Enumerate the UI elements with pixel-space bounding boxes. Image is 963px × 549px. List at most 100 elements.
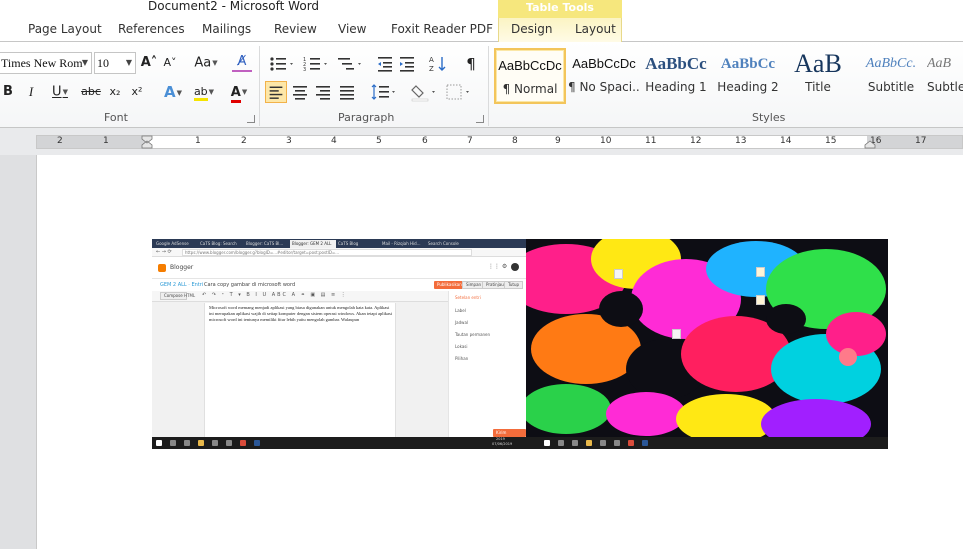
- tab-review[interactable]: Review: [274, 22, 317, 36]
- tab-page-layout[interactable]: Page Layout: [28, 22, 102, 36]
- multilevel-list-icon[interactable]: [336, 54, 364, 74]
- increase-indent-icon[interactable]: [398, 54, 416, 74]
- strikethrough-button[interactable]: abc: [80, 82, 102, 102]
- horizontal-ruler[interactable]: 2 1 1 2 3 4 5 6 7 8 9 10 11 12 13 14 15 …: [36, 135, 963, 149]
- svg-text:3: 3: [303, 67, 306, 73]
- font-size-combo[interactable]: 10 ▼: [94, 52, 136, 74]
- highlight-button[interactable]: ab▼: [190, 82, 218, 102]
- borders-icon[interactable]: [444, 82, 472, 102]
- browser-tab: Blogger: CaTS Bl...: [246, 241, 284, 246]
- align-right-icon[interactable]: [313, 82, 333, 102]
- grow-font-icon[interactable]: A˄: [140, 53, 158, 73]
- justify-icon[interactable]: [337, 82, 357, 102]
- ruler-number: 6: [422, 136, 428, 146]
- style-subtitle[interactable]: AaBbCc. Subtitle: [855, 48, 927, 104]
- style-heading-1[interactable]: AaBbCс Heading 1: [640, 48, 712, 104]
- style-title[interactable]: AaB Title: [782, 48, 854, 104]
- shading-icon[interactable]: [410, 82, 438, 102]
- font-name-value: Times New Rom: [1, 56, 83, 70]
- chrome-icon: [628, 440, 634, 446]
- svg-text:A: A: [429, 56, 434, 64]
- side-item: Jadwal: [455, 320, 469, 325]
- ruler-number: 1: [103, 136, 109, 146]
- avatar: [511, 263, 519, 271]
- tab-layout[interactable]: Layout: [575, 22, 616, 36]
- text-effects-button[interactable]: A▼: [160, 82, 186, 102]
- ruler-number: 17: [915, 136, 927, 146]
- superscript-button[interactable]: x²: [128, 82, 146, 102]
- style-name: Subtle: [927, 80, 963, 94]
- tab-references[interactable]: References: [118, 22, 185, 36]
- store-icon: [600, 440, 606, 446]
- ruler-number: 12: [690, 136, 702, 146]
- change-case-button[interactable]: Aa▼: [192, 53, 220, 73]
- style-no-spacing[interactable]: AaBbCcDc ¶ No Spaci...: [568, 48, 640, 104]
- paint-splash-wallpaper: [526, 239, 888, 449]
- font-name-combo[interactable]: Times New Rom ▼: [0, 52, 92, 74]
- shrink-font-icon[interactable]: A˅: [161, 53, 179, 73]
- subscript-button[interactable]: x₂: [106, 82, 124, 102]
- post-header-bar: GEM 2 ALL · Entri Cara copy gambar di mi…: [152, 279, 526, 291]
- ruler-number: 10: [600, 136, 612, 146]
- ruler-number: 11: [645, 136, 657, 146]
- browser-tab: Search Console: [428, 241, 459, 246]
- paragraph-group-label: Paragraph: [338, 111, 395, 124]
- close-button: Tutup: [504, 281, 524, 289]
- bold-button[interactable]: B: [1, 82, 15, 102]
- mail-icon: [226, 440, 232, 446]
- underline-button[interactable]: U▼: [46, 82, 74, 102]
- style-name: Heading 2: [717, 80, 779, 94]
- group-divider: [488, 46, 489, 126]
- publish-button: Publikasikan: [434, 281, 465, 289]
- ruler-number: 8: [512, 136, 518, 146]
- taskbar-date: 07/06/2019: [492, 442, 513, 446]
- underline-icon: U: [52, 84, 62, 100]
- chrome-icon: [240, 440, 246, 446]
- tab-foxit-reader-pdf[interactable]: Foxit Reader PDF: [391, 22, 493, 36]
- decrease-indent-icon[interactable]: [376, 54, 394, 74]
- task-view-icon: [184, 440, 190, 446]
- post-title: Cara copy gambar di microsoft word: [204, 282, 296, 288]
- right-indent-marker-icon[interactable]: [863, 135, 877, 149]
- browser-tab: Google AdSense: [156, 241, 189, 246]
- indent-marker-icon[interactable]: [140, 135, 154, 149]
- clear-formatting-icon[interactable]: A̸: [232, 52, 252, 72]
- ruler-number: 9: [555, 136, 561, 146]
- style-subtle-emphasis[interactable]: AaB Subtle: [927, 48, 963, 104]
- search-icon: [170, 440, 176, 446]
- font-color-button[interactable]: A▼: [225, 82, 253, 103]
- sort-icon[interactable]: AZ: [428, 54, 448, 74]
- browser-tab: CaTS Blog: Search: [200, 241, 237, 246]
- nav-arrows-icon: ← → ⟳: [156, 249, 172, 255]
- paragraph-dialog-launcher-icon[interactable]: [476, 115, 484, 123]
- blogger-header: Blogger ⋮⋮ ⚙: [152, 257, 526, 279]
- inserted-screenshot-image[interactable]: Google AdSense CaTS Blog: Search Blogger…: [152, 239, 888, 449]
- style-preview: AaBbCcDc: [498, 58, 562, 73]
- blog-name: GEM 2 ALL · Entri: [160, 282, 204, 288]
- style-name: Heading 1: [645, 80, 707, 94]
- numbering-icon[interactable]: 123: [302, 54, 330, 74]
- line-spacing-icon[interactable]: [370, 82, 398, 102]
- align-center-icon[interactable]: [290, 82, 310, 102]
- style-normal[interactable]: AaBbCcDc ¶ Normal: [494, 48, 566, 104]
- ruler-number: 2: [57, 136, 63, 146]
- tab-mailings[interactable]: Mailings: [202, 22, 251, 36]
- font-dialog-launcher-icon[interactable]: [247, 115, 255, 123]
- apps-grid-icon: ⋮⋮ ⚙: [488, 263, 508, 270]
- font-color-icon: A: [230, 84, 241, 103]
- bullets-icon[interactable]: [268, 54, 296, 74]
- ruler-number: 13: [735, 136, 747, 146]
- post-editor: Microsoft word memang menjadi aplikasi y…: [204, 303, 396, 437]
- italic-button[interactable]: I: [24, 82, 38, 102]
- align-left-icon[interactable]: [265, 81, 287, 103]
- browser-tab: Blogger: GEM 2 ALL: [290, 240, 336, 248]
- tab-view[interactable]: View: [338, 22, 366, 36]
- chevron-down-icon[interactable]: ▼: [126, 53, 132, 73]
- task-view-icon: [572, 440, 578, 446]
- styles-group-label: Styles: [752, 111, 786, 124]
- show-formatting-marks-icon[interactable]: ¶: [462, 54, 480, 74]
- style-heading-2[interactable]: AaBbCc Heading 2: [712, 48, 784, 104]
- tab-design[interactable]: Design: [511, 22, 552, 36]
- chevron-down-icon[interactable]: ▼: [82, 53, 88, 73]
- ruler-number: 14: [780, 136, 792, 146]
